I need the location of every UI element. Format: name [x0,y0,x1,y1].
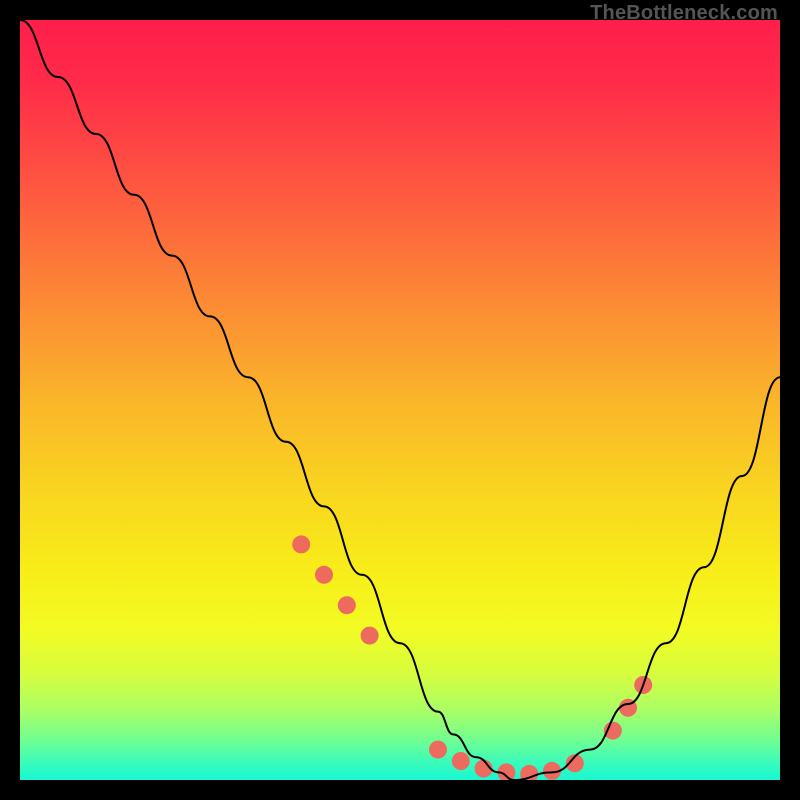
marker-dot [452,752,470,770]
chart-stage: TheBottleneck.com [0,0,800,800]
plot-area [20,20,780,780]
marker-dot [338,596,356,614]
marker-dots [292,535,652,780]
chart-svg [20,20,780,780]
marker-dot [315,566,333,584]
marker-dot [429,741,447,759]
curve-line [20,20,780,780]
marker-dot [361,627,379,645]
watermark-text: TheBottleneck.com [590,2,778,25]
marker-dot [292,535,310,553]
